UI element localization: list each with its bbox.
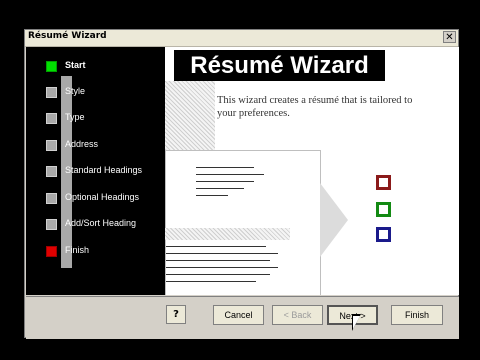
close-icon[interactable]: ✕ (443, 31, 456, 43)
mouse-cursor-fill (353, 316, 360, 329)
step-add-sort-heading[interactable]: Add/Sort Heading (26, 217, 165, 233)
step-address[interactable]: Address (26, 138, 165, 154)
arrow-icon (320, 183, 348, 257)
resume-wizard-dialog: Résumé Wizard ✕ Start Style Type Address… (24, 29, 459, 339)
step-marker-icon (46, 87, 57, 98)
doc-line (196, 174, 264, 175)
step-marker-icon (46, 113, 57, 124)
hatch-decoration (165, 228, 290, 240)
steps-panel: Start Style Type Address Standard Headin… (26, 47, 165, 295)
document-illustration (165, 150, 321, 295)
doc-line (196, 195, 228, 196)
doc-line (166, 253, 278, 254)
step-label: Finish (65, 245, 90, 255)
doc-line (196, 188, 244, 189)
step-standard-headings[interactable]: Standard Headings (26, 164, 165, 180)
wizard-content: Résumé Wizard This wizard creates a résu… (165, 47, 459, 295)
step-label: Add/Sort Heading (65, 218, 137, 228)
step-style[interactable]: Style (26, 85, 165, 101)
back-button[interactable]: < Back (272, 305, 323, 325)
step-finish[interactable]: Finish (26, 244, 165, 260)
step-label: Address (65, 139, 99, 149)
doc-line (166, 267, 278, 268)
step-label: Type (65, 112, 85, 122)
red-square-icon (376, 175, 391, 190)
cancel-button[interactable]: Cancel (213, 305, 264, 325)
wizard-description: This wizard creates a résumé that is tai… (217, 95, 413, 119)
window-title: Résumé Wizard (28, 31, 107, 41)
step-optional-headings[interactable]: Optional Headings (26, 191, 165, 207)
banner-title: Résumé Wizard (190, 52, 369, 79)
title-bar[interactable]: Résumé Wizard ✕ (25, 30, 458, 47)
doc-line (196, 167, 254, 168)
step-marker-icon (46, 193, 57, 204)
step-start[interactable]: Start (26, 59, 165, 75)
blue-square-icon (376, 227, 391, 242)
green-square-icon (376, 202, 391, 217)
step-marker-icon (46, 166, 57, 177)
step-start-marker-icon (46, 61, 57, 72)
doc-line (166, 274, 270, 275)
wizard-banner: Résumé Wizard (174, 50, 385, 81)
finish-button[interactable]: Finish (391, 305, 443, 325)
step-marker-icon (46, 219, 57, 230)
doc-line (166, 246, 266, 247)
step-label: Standard Headings (65, 165, 143, 175)
step-finish-marker-icon (46, 246, 57, 257)
step-marker-icon (46, 140, 57, 151)
step-label: Optional Headings (65, 192, 140, 202)
doc-line (166, 260, 270, 261)
step-type[interactable]: Type (26, 111, 165, 127)
step-label: Start (65, 60, 86, 70)
help-icon[interactable]: ? (166, 305, 186, 324)
doc-line (196, 181, 254, 182)
button-bar: ? Cancel < Back Next > Finish (26, 296, 459, 339)
doc-line (166, 281, 256, 282)
step-label: Style (65, 86, 86, 96)
